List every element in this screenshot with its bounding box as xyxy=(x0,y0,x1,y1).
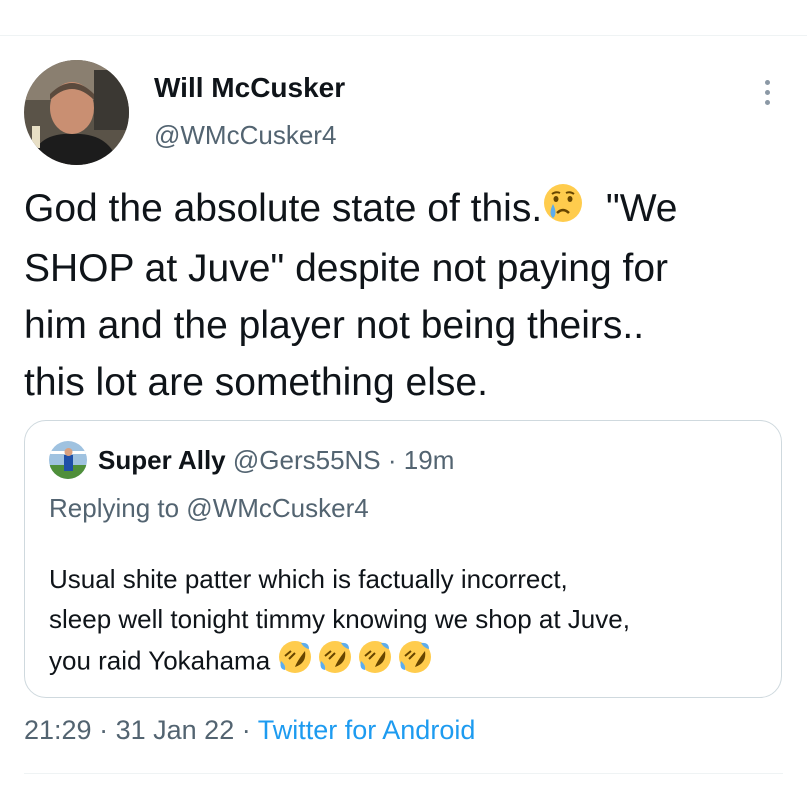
quoted-author-handle[interactable]: @Gers55NS xyxy=(233,445,381,475)
tweet-text-line: this lot are something else. xyxy=(24,360,488,404)
quoted-text-line: Usual shite patter which is factually in… xyxy=(49,564,568,594)
tweet-date[interactable]: 31 Jan 22 xyxy=(116,715,235,745)
tweet-time[interactable]: 21:29 xyxy=(24,715,92,745)
tweet-text-segment: God the absolute state of this. xyxy=(24,187,543,230)
quoted-author-avatar[interactable] xyxy=(49,441,87,479)
quoted-avatar-image xyxy=(49,441,87,479)
tweet-text: God the absolute state of this. "We SHOP… xyxy=(24,180,794,411)
tweet-text-line: him and the player not being theirs.. xyxy=(24,303,645,347)
quoted-author-name[interactable]: Super Ally xyxy=(98,445,226,475)
tweet-text-line: SHOP at Juve" despite not paying for xyxy=(24,246,668,290)
more-dot-icon xyxy=(764,89,770,95)
tweet-text-segment: "We xyxy=(605,187,678,230)
more-options-button[interactable] xyxy=(752,74,782,110)
author-avatar[interactable] xyxy=(24,60,129,165)
quoted-text-segment: you raid Yokahama xyxy=(49,645,271,676)
quoted-tweet-time[interactable]: 19m xyxy=(404,445,455,475)
tweet-text-line: God the absolute state of this. "We xyxy=(24,180,794,240)
separator-dot: · xyxy=(99,715,109,745)
author-handle[interactable]: @WMcCusker4 xyxy=(154,120,336,151)
replying-to-label: Replying to @WMcCusker4 xyxy=(49,493,369,523)
tweet-meta: 21:29 · 31 Jan 22 · Twitter for Android xyxy=(24,715,475,746)
quoted-text-line: you raid Yokahama xyxy=(49,639,769,686)
rolling-laughing-icon xyxy=(277,639,433,686)
bottom-divider xyxy=(24,773,783,774)
quoted-tweet-card[interactable]: Super Ally @Gers55NS · 19m Replying to @… xyxy=(24,420,782,698)
quoted-text-line: sleep well tonight timmy knowing we shop… xyxy=(49,604,630,634)
tweet-source-link[interactable]: Twitter for Android xyxy=(258,715,476,745)
crying-face-icon xyxy=(542,182,584,240)
quoted-tweet-text: Usual shite patter which is factually in… xyxy=(49,559,769,686)
author-name[interactable]: Will McCusker xyxy=(154,72,345,104)
tweet-page: Will McCusker @WMcCusker4 God the absolu… xyxy=(0,0,807,800)
separator-dot: · xyxy=(387,445,397,475)
author-avatar-image xyxy=(24,60,129,165)
quoted-tweet-header: Super Ally @Gers55NS · 19m xyxy=(98,445,454,476)
top-divider xyxy=(0,35,807,36)
separator-dot: · xyxy=(241,715,251,745)
more-dot-icon xyxy=(764,79,770,85)
more-dot-icon xyxy=(764,99,770,105)
